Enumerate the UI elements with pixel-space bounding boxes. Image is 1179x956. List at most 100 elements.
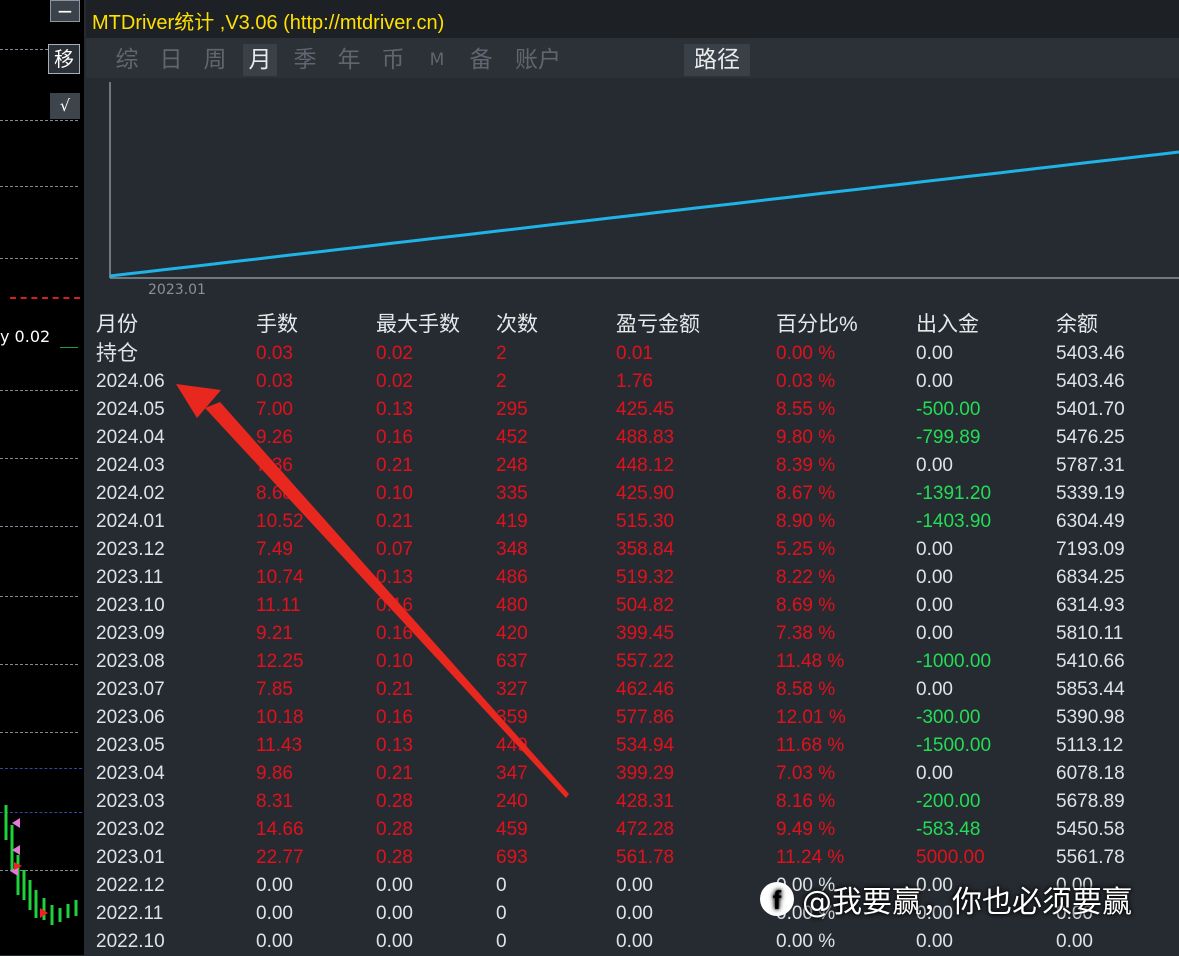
cell-balance: 5403.46: [1056, 343, 1125, 364]
cell-max-lots: 0.13: [376, 399, 413, 420]
cell-lots: 10.74: [256, 567, 304, 588]
table-row: 2023.01 22.77 0.28 693 561.78 11.24 % 5000.00 5…: [86, 844, 1179, 872]
header-percent: 百分比%: [776, 313, 858, 336]
tab-3[interactable]: 月: [243, 44, 277, 76]
cell-deposit: -1403.90: [916, 511, 992, 532]
cell-month: 2023.07: [96, 679, 165, 700]
table-row: 2023.04 9.86 0.21 347 399.29 7.03 % 0.00 6078.1…: [86, 760, 1179, 788]
cell-month: 2022.11: [96, 903, 164, 924]
cell-month: 2023.11: [96, 567, 164, 588]
tab-8[interactable]: 备: [465, 44, 497, 76]
cell-count: 0: [496, 875, 507, 896]
minimize-button[interactable]: −: [50, 0, 80, 22]
cell-profit: 519.32: [616, 567, 675, 588]
tab-7[interactable]: M: [421, 44, 453, 76]
cell-count: 459: [496, 819, 528, 840]
cell-balance: 5561.78: [1056, 847, 1125, 868]
cell-count: 2: [496, 343, 507, 364]
cell-profit: 425.90: [616, 483, 675, 504]
cell-month: 2024.04: [96, 427, 165, 448]
cell-percent: 8.58 %: [776, 679, 836, 700]
table-row: 2023.11 10.74 0.13 486 519.32 8.22 % 0.00 6834.…: [86, 564, 1179, 592]
tab-4[interactable]: 季: [289, 44, 321, 76]
cell-lots: 7.36: [256, 455, 293, 476]
table-row: 2023.09 9.21 0.16 420 399.45 7.38 % 0.00 5810.1…: [86, 620, 1179, 648]
cell-profit: 0.00: [616, 903, 653, 924]
header-count: 次数: [496, 313, 538, 336]
cell-lots: 0.00: [256, 903, 293, 924]
table-row: 2024.06 0.03 0.02 2 1.76 0.03 % 0.00 5403.46: [86, 368, 1179, 396]
tab-5[interactable]: 年: [333, 44, 365, 76]
cell-profit: 428.31: [616, 791, 675, 812]
cell-deposit: -583.48: [916, 819, 981, 840]
cell-percent: 0.03 %: [776, 371, 836, 392]
tab-9[interactable]: 账户: [509, 44, 567, 76]
cell-lots: 9.21: [256, 623, 293, 644]
cell-lots: 0.03: [256, 371, 293, 392]
cell-percent: 11.68 %: [776, 735, 845, 756]
cell-max-lots: 0.10: [376, 483, 413, 504]
cell-percent: 8.39 %: [776, 455, 836, 476]
tab-10[interactable]: 路径: [684, 44, 750, 76]
cell-balance: 5476.25: [1056, 427, 1125, 448]
cell-month: 2023.10: [96, 595, 165, 616]
cell-max-lots: 0.00: [376, 875, 413, 896]
grid-line: [0, 120, 78, 121]
cell-profit: 358.84: [616, 539, 675, 560]
tab-2[interactable]: 周: [199, 44, 231, 76]
table-row: 2024.03 7.36 0.21 248 448.12 8.39 % 0.00 5787.3…: [86, 452, 1179, 480]
table-row: 2023.05 11.43 0.13 449 534.94 11.68 % -1500.00…: [86, 732, 1179, 760]
chart-x-start-label: 2023.01: [148, 282, 206, 298]
facebook-logo-icon: f: [760, 882, 794, 916]
cell-balance: 6304.49: [1056, 511, 1125, 532]
cell-count: 637: [496, 651, 528, 672]
cell-count: 240: [496, 791, 528, 812]
cell-percent: 8.90 %: [776, 511, 836, 532]
tab-1[interactable]: 日: [155, 44, 187, 76]
cell-month: 2022.12: [96, 875, 165, 896]
cell-profit: 472.28: [616, 819, 675, 840]
cell-percent: 8.22 %: [776, 567, 836, 588]
tab-0[interactable]: 综: [111, 44, 143, 76]
cell-balance: 6314.93: [1056, 595, 1125, 616]
cell-profit: 561.78: [616, 847, 675, 868]
cell-lots: 9.26: [256, 427, 293, 448]
cell-month: 2023.02: [96, 819, 165, 840]
check-button[interactable]: √: [50, 93, 80, 119]
window-title: MTDriver统计 ,V3.06 (http://mtdriver.cn): [92, 12, 445, 34]
grid-line: [0, 596, 78, 597]
watermark-text: @我要赢，你也必须要赢: [802, 885, 1132, 920]
cell-balance: 6834.25: [1056, 567, 1125, 588]
grid-line: [0, 186, 78, 187]
cell-deposit: -300.00: [916, 707, 981, 728]
tab-6[interactable]: 币: [377, 44, 409, 76]
cell-max-lots: 0.21: [376, 679, 413, 700]
cell-deposit: 0.00: [916, 679, 953, 700]
grid-line: [0, 664, 78, 665]
move-button[interactable]: 移: [48, 44, 80, 74]
cell-deposit: 0.00: [916, 539, 953, 560]
cell-lots: 7.49: [256, 539, 293, 560]
cell-max-lots: 0.00: [376, 931, 413, 952]
cell-max-lots: 0.02: [376, 371, 413, 392]
cell-deposit: -1500.00: [916, 735, 992, 756]
cell-lots: 0.00: [256, 875, 293, 896]
cell-max-lots: 0.21: [376, 763, 413, 784]
cell-max-lots: 0.28: [376, 819, 413, 840]
cell-profit: 462.46: [616, 679, 675, 700]
cell-lots: 0.00: [256, 931, 293, 952]
cell-month: 2024.06: [96, 371, 165, 392]
cell-max-lots: 0.16: [376, 427, 413, 448]
cell-count: 347: [496, 763, 528, 784]
table-row: 2023.02 14.66 0.28 459 472.28 9.49 % -583.48 54…: [86, 816, 1179, 844]
cell-count: 452: [496, 427, 528, 448]
cell-profit: 425.45: [616, 399, 675, 420]
cell-profit: 488.83: [616, 427, 675, 448]
cell-max-lots: 0.07: [376, 539, 413, 560]
cell-deposit: 0.00: [916, 455, 953, 476]
cell-percent: 11.24 %: [776, 847, 845, 868]
cell-lots: 12.25: [256, 651, 304, 672]
cell-deposit: -1000.00: [916, 651, 992, 672]
cell-count: 449: [496, 735, 528, 756]
cell-count: 2: [496, 371, 507, 392]
